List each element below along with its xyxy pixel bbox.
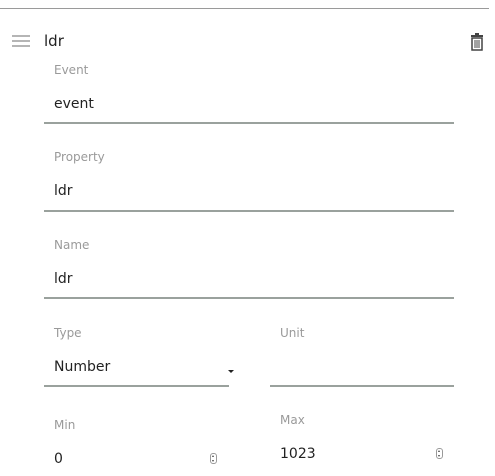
unit-label: Unit <box>280 326 305 340</box>
event-input[interactable]: event <box>54 96 94 112</box>
event-field[interactable]: Event event <box>44 58 454 128</box>
max-input[interactable]: 1023 <box>280 446 316 462</box>
property-input[interactable]: ldr <box>54 183 73 199</box>
type-select[interactable]: Type Number <box>44 321 234 391</box>
type-value[interactable]: Number <box>54 359 110 375</box>
event-underline <box>44 122 454 124</box>
name-field[interactable]: Name ldr <box>44 233 454 303</box>
property-underline <box>44 210 454 212</box>
type-label: Type <box>54 326 82 340</box>
property-label: Property <box>54 150 105 164</box>
chevron-down-icon[interactable] <box>228 370 234 373</box>
unit-underline <box>270 385 454 387</box>
name-label: Name <box>54 238 90 252</box>
max-stepper-icon[interactable] <box>436 448 443 459</box>
min-label: Min <box>54 418 76 432</box>
min-field[interactable]: Min 0 <box>44 413 229 476</box>
min-stepper-icon[interactable] <box>210 453 217 464</box>
trash-icon[interactable] <box>470 33 484 51</box>
min-input[interactable]: 0 <box>54 451 63 467</box>
property-field[interactable]: Property ldr <box>44 145 454 215</box>
top-divider <box>0 8 489 9</box>
drag-handle-icon[interactable] <box>12 35 30 47</box>
max-label: Max <box>280 413 305 427</box>
event-label: Event <box>54 63 89 77</box>
name-underline <box>44 297 454 299</box>
unit-field[interactable]: Unit <box>270 321 454 391</box>
property-editor-panel: ldr Event event Property ldr Name ldr Ty… <box>0 0 495 476</box>
item-title: ldr <box>44 32 64 50</box>
type-underline <box>44 385 229 387</box>
max-field[interactable]: Max 1023 <box>270 408 454 476</box>
name-input[interactable]: ldr <box>54 271 73 287</box>
